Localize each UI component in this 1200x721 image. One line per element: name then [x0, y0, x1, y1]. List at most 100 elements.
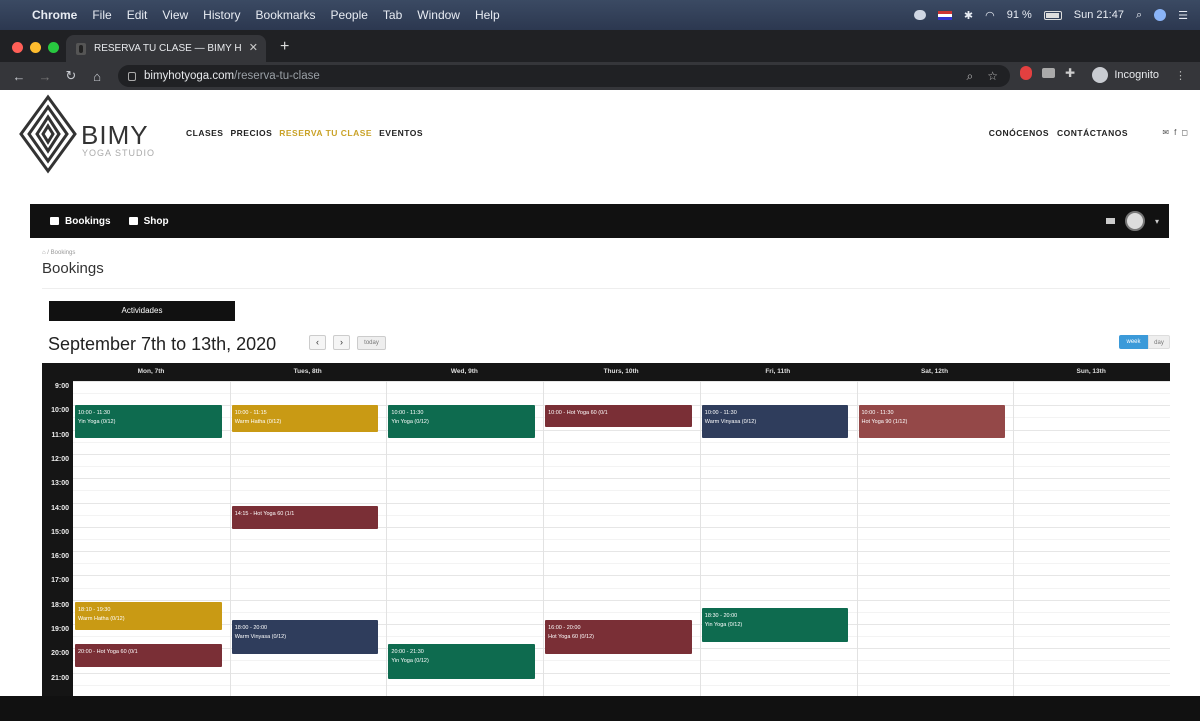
event-time: 18:10 - 19:30 [78, 607, 111, 614]
breadcrumb-current: Bookings [50, 250, 76, 256]
nav-precios[interactable]: PRECIOS [230, 128, 272, 138]
hour-label: 21:00 [51, 674, 69, 682]
date-range-title: September 7th to 13th, 2020 [48, 334, 277, 354]
hour-label: 15:00 [51, 528, 69, 536]
day-header: Sun, 13th [1076, 368, 1106, 375]
extension-red-icon[interactable] [1020, 66, 1032, 80]
tab-title: RESERVA TU CLASE — BIMY H [94, 43, 242, 54]
messages-icon[interactable] [1105, 218, 1115, 224]
user-avatar[interactable] [1124, 211, 1145, 231]
hour-gridline [73, 453, 1170, 455]
menu-tab[interactable]: Tab [383, 8, 402, 22]
facebook-icon[interactable]: f [1174, 128, 1176, 137]
class-event[interactable]: 10:00 - 11:30 Hot Yoga 90 (1/12) [858, 405, 1006, 438]
window-controls [12, 42, 59, 53]
nav-contactanos[interactable]: CONTÁCTANOS [1057, 128, 1128, 138]
email-icon[interactable]: ✉ [1162, 128, 1169, 137]
extension-screen-icon[interactable] [1042, 68, 1055, 78]
day-view-button[interactable]: day [1148, 335, 1170, 349]
bookmark-star-icon[interactable]: ☆ [987, 69, 998, 84]
next-week-button[interactable]: › [333, 335, 350, 350]
class-event[interactable]: 18:30 - 20:00 Yin Yoga (0/12) [701, 607, 849, 643]
class-event[interactable]: 10:00 - Hot Yoga 60 (0/1 [545, 405, 692, 428]
today-button[interactable]: today [357, 336, 386, 350]
browser-tabbar: RESERVA TU CLASE — BIMY H ✕ + [0, 30, 1200, 62]
prev-week-button[interactable]: ‹ [309, 335, 326, 350]
event-time: 10:00 - 11:30 [861, 410, 894, 417]
menu-window[interactable]: Window [417, 8, 460, 22]
day-column-divider [386, 381, 388, 696]
class-event[interactable]: 10:00 - 11:15 Warm Hatha (0/12) [231, 405, 379, 433]
day-column-divider [699, 381, 701, 696]
time-axis: 9:00 10:00 11:00 12:00 13:00 14:00 15:00 16:00 1… [42, 381, 73, 696]
hour-label: 20:00 [51, 650, 69, 658]
nav-reserva-tu-clase[interactable]: RESERVA TU CLASE [279, 128, 372, 138]
close-tab-icon[interactable]: ✕ [249, 41, 258, 54]
macos-menubar: Chrome File Edit View History Bookmarks … [0, 0, 1200, 30]
class-event[interactable]: 10:00 - 11:30 Yin Yoga (0/12) [75, 405, 222, 438]
day-column-divider [856, 381, 858, 696]
clock[interactable]: Sun 21:47 [1074, 9, 1124, 21]
battery-icon[interactable] [1043, 10, 1062, 20]
bookings-link[interactable]: Bookings [50, 216, 111, 227]
menu-app-name[interactable]: Chrome [32, 8, 77, 22]
us-flag-icon[interactable] [937, 10, 952, 20]
chrome-menu-icon[interactable]: ⋮ [1175, 69, 1186, 82]
menu-view[interactable]: View [162, 8, 188, 22]
maximize-window-button[interactable] [48, 42, 59, 53]
close-window-button[interactable] [12, 42, 23, 53]
half-hour-gridline [73, 466, 1170, 468]
class-event[interactable]: 10:00 - 11:30 Yin Yoga (0/12) [388, 405, 536, 438]
menu-people[interactable]: People [331, 8, 368, 22]
week-view-button[interactable]: week [1119, 335, 1148, 349]
hour-gridline [73, 551, 1170, 553]
class-event[interactable]: 18:00 - 20:00 Warm Vinyasa (0/12) [231, 619, 379, 655]
class-event[interactable]: 20:00 - 21:30 Yin Yoga (0/12) [388, 644, 536, 679]
hour-gridline [73, 575, 1170, 577]
home-crumb-icon[interactable]: ⌂ [42, 250, 46, 256]
home-icon[interactable]: ⌂ [84, 69, 110, 84]
logo-text[interactable]: BIMY [81, 120, 149, 151]
menu-help[interactable]: Help [475, 8, 500, 22]
minimize-window-button[interactable] [30, 42, 41, 53]
menu-history[interactable]: History [203, 8, 240, 22]
event-title: Warm Hatha (0/12) [78, 615, 125, 622]
nav-eventos[interactable]: EVENTOS [379, 128, 423, 138]
menu-file[interactable]: File [92, 8, 111, 22]
zoom-search-icon[interactable]: ⌕ [967, 69, 974, 84]
class-event[interactable]: 18:10 - 19:30 Warm Hatha (0/12) [75, 602, 222, 631]
notification-center-icon[interactable]: ☰ [1178, 9, 1188, 22]
class-event[interactable]: 20:00 - Hot Yoga 60 (0/1 [75, 644, 222, 667]
menu-edit[interactable]: Edit [127, 8, 148, 22]
event-title: Warm Vinyasa (0/12) [704, 419, 757, 426]
siri-icon[interactable] [1154, 9, 1167, 21]
activities-button[interactable]: Actividades [49, 301, 235, 321]
spotlight-search-icon[interactable]: ⌕ [1136, 9, 1142, 22]
hour-gridline [73, 502, 1170, 504]
day-header: Thurs, 10th [603, 368, 639, 375]
bimy-logo-icon[interactable] [18, 94, 78, 174]
secondary-nav: CONÓCENOS CONTÁCTANOS [989, 128, 1128, 138]
nav-conocenos[interactable]: CONÓCENOS [989, 128, 1049, 138]
profile-button[interactable]: Incognito ⋮ [1092, 67, 1186, 83]
lock-icon[interactable] [128, 71, 136, 81]
back-arrow-icon[interactable]: ← [6, 69, 32, 84]
class-event[interactable]: 14:15 - Hot Yoga 60 (1/1 [231, 506, 379, 530]
instagram-icon[interactable]: ◻ [1181, 128, 1188, 137]
forward-arrow-icon[interactable]: → [32, 69, 58, 84]
chevron-down-icon[interactable]: ▾ [1155, 217, 1159, 226]
webpage: BIMY YOGA STUDIO CLASES PRECIOS RESERVA … [0, 90, 1200, 696]
cloud-icon[interactable] [913, 10, 926, 20]
reload-icon[interactable]: ↻ [58, 68, 84, 84]
class-event[interactable]: 16:00 - 20:00 Hot Yoga 60 (0/12) [545, 619, 692, 655]
new-tab-icon[interactable]: + [280, 38, 289, 56]
wifi-icon[interactable]: ◠ [985, 9, 995, 22]
bluetooth-icon[interactable]: ✱ [964, 9, 973, 22]
shop-link[interactable]: Shop [128, 216, 169, 227]
nav-clases[interactable]: CLASES [186, 128, 223, 138]
address-bar[interactable]: bimyhotyoga.com/reserva-tu-clase ⌕ ☆ [118, 65, 1010, 87]
extensions-puzzle-icon[interactable]: ✚ [1065, 66, 1075, 80]
class-event[interactable]: 10:00 - 11:30 Warm Vinyasa (0/12) [701, 405, 849, 438]
menu-bookmarks[interactable]: Bookmarks [256, 8, 316, 22]
browser-tab[interactable]: RESERVA TU CLASE — BIMY H ✕ [66, 35, 266, 62]
